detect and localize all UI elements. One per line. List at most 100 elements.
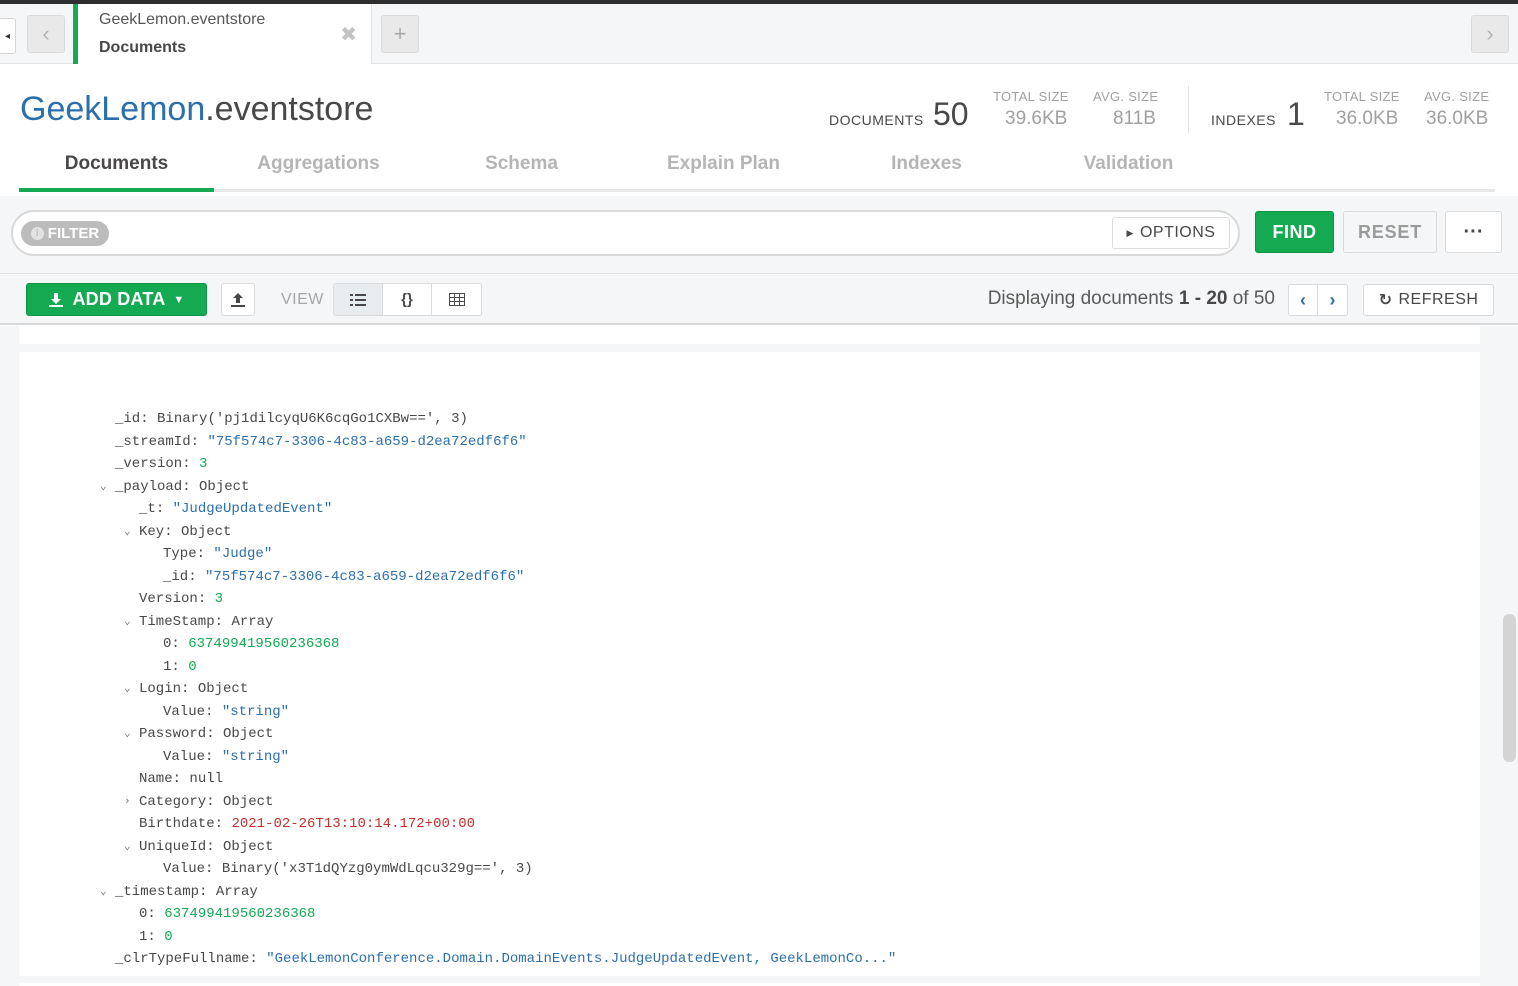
refresh-label: REFRESH (1398, 291, 1479, 308)
forward-button[interactable]: › (1471, 15, 1509, 53)
field-colon: : (249, 951, 267, 967)
idx-avg-size-label: AVG. SIZE (1424, 89, 1490, 104)
tab-bar: ◂ ‹ GeekLemon.eventstore Documents ✖ + › (0, 4, 1518, 64)
reset-button[interactable]: RESET (1343, 211, 1437, 253)
idx-avg-size: 36.0KB (1426, 108, 1489, 129)
field-value: Binary('x3T1dQYzg0ymWdLqcu329g==', 3) (221, 861, 533, 877)
field-colon: : (155, 501, 173, 517)
pagination-prefix: Displaying documents (987, 288, 1179, 309)
tab-schema[interactable]: Schema (424, 144, 619, 190)
options-button[interactable]: ▶ OPTIONS (1112, 217, 1230, 249)
database-name-link[interactable]: GeekLemon (20, 90, 205, 128)
document-field[interactable]: ⌄ Key: Object (124, 523, 231, 541)
doc-avg-size-label: AVG. SIZE (1093, 89, 1159, 104)
document-field[interactable]: Birthdate: 2021-02-26T13:10:14.172+00:00 (139, 815, 475, 833)
document-field[interactable]: Value: "string" (163, 703, 289, 721)
document-field[interactable]: ⌄ TimeStamp: Array (124, 613, 273, 631)
field-key: _id (115, 411, 141, 427)
close-tab-icon[interactable]: ✖ (340, 22, 357, 47)
collapse-icon[interactable]: ⌄ (100, 478, 107, 496)
scrollbar-thumb[interactable] (1503, 614, 1516, 762)
next-page-button[interactable]: › (1318, 285, 1347, 315)
field-colon: : (147, 906, 165, 922)
upload-icon (231, 292, 245, 307)
field-value: Object (197, 681, 249, 697)
field-colon: : (164, 523, 182, 540)
tab-eventstore-documents[interactable]: GeekLemon.eventstore Documents ✖ (73, 4, 372, 64)
document-field[interactable]: ⌄ Password: Object (124, 725, 273, 743)
document-field[interactable]: _clrTypeFullname: "GeekLemonConference.D… (115, 950, 896, 968)
view-switcher: {} (333, 283, 482, 316)
collapse-icon[interactable]: ⌄ (124, 838, 131, 856)
idx-total-size-label: TOTAL SIZE (1324, 89, 1400, 104)
field-value: null (189, 771, 224, 787)
document-field[interactable]: 0: 637499419560236368 (139, 905, 315, 923)
collapse-icon[interactable]: ⌄ (124, 680, 131, 698)
document-field[interactable]: Value: "string" (163, 748, 289, 766)
collapse-icon[interactable]: ⌄ (100, 883, 107, 901)
plus-icon: + (393, 21, 407, 46)
tab-explain-plan[interactable]: Explain Plan (626, 144, 821, 190)
document-field[interactable]: 1: 0 (139, 928, 173, 946)
document-field[interactable]: ⌄ UniqueId: Object (124, 838, 273, 856)
field-key: Name (139, 771, 173, 787)
doc-avg-size: 811B (1113, 108, 1156, 129)
pagination-start: 1 (1178, 288, 1190, 309)
collapse-icon[interactable]: ⌄ (124, 523, 131, 541)
table-view-button[interactable] (432, 284, 481, 315)
document-field[interactable]: ⌄ _payload: Object (100, 478, 249, 496)
export-collection-button[interactable] (221, 283, 255, 316)
doc-total-size: 39.6KB (1005, 108, 1068, 129)
add-data-button[interactable]: ADD DATA ▼ (26, 283, 207, 316)
new-tab-button[interactable]: + (381, 15, 419, 53)
document-field[interactable]: _version: 3 (115, 455, 207, 473)
back-button[interactable]: ‹ (27, 15, 65, 53)
document-field[interactable]: ⌄ Login: Object (124, 680, 249, 698)
filter-input[interactable]: i FILTER ▶ OPTIONS (11, 210, 1240, 256)
document-field[interactable]: ⌄ _timestamp: Array (100, 883, 258, 901)
more-options-button[interactable]: ··· (1445, 211, 1502, 253)
refresh-icon: ↻ (1378, 292, 1393, 309)
document-field[interactable]: Type: "Judge" (163, 545, 272, 563)
json-view-button[interactable]: {} (383, 284, 432, 315)
field-value: 637499419560236368 (188, 636, 340, 652)
document-field[interactable]: _t: "JudgeUpdatedEvent" (139, 500, 332, 518)
tab-documents[interactable]: Documents (19, 144, 214, 192)
document-field[interactable]: › Category: Object (124, 793, 273, 811)
document-field[interactable]: _id: Binary('pj1dilcyqU6K6cqGo1CXBw==', … (115, 410, 468, 428)
document-field[interactable]: 1: 0 (163, 658, 197, 676)
documents-toolbar: ADD DATA ▼ VIEW {} Displaying documents … (0, 275, 1518, 325)
document-field[interactable]: _streamId: "75f574c7-3306-4c83-a659-d2ea… (115, 433, 527, 451)
field-value: "Judge" (213, 546, 273, 562)
sidebar-collapse-icon[interactable]: ◂ (0, 18, 16, 54)
idx-total-size: 36.0KB (1336, 108, 1399, 129)
find-button[interactable]: FIND (1255, 211, 1334, 253)
tab-aggregations[interactable]: Aggregations (221, 144, 416, 190)
document-field[interactable]: _id: "75f574c7-3306-4c83-a659-d2ea72edf6… (163, 568, 524, 586)
document-field[interactable]: 0: 637499419560236368 (163, 635, 339, 653)
field-key: Value (163, 748, 206, 765)
field-key: _streamId (115, 433, 191, 450)
field-value: 3 (199, 456, 208, 472)
field-key: Key (139, 523, 165, 540)
field-colon: : (196, 546, 214, 562)
field-key: _timestamp (115, 883, 200, 900)
field-key: TimeStamp (139, 613, 215, 630)
document-field[interactable]: Version: 3 (139, 590, 223, 608)
field-key: _payload (115, 478, 183, 495)
document-field[interactable]: Value: Binary('x3T1dQYzg0ymWdLqcu329g=='… (163, 860, 533, 878)
tab-indexes[interactable]: Indexes (829, 144, 1024, 190)
prev-page-button[interactable]: ‹ (1289, 285, 1318, 315)
document-card[interactable]: _id: Binary('pj1dilcyqU6K6cqGo1CXBw==', … (19, 352, 1480, 976)
collapse-icon[interactable]: ⌄ (124, 725, 131, 743)
table-icon (448, 293, 465, 306)
collapse-icon[interactable]: ⌄ (124, 613, 131, 631)
tab-validation[interactable]: Validation (1031, 144, 1226, 190)
document-field[interactable]: Name: null (139, 770, 223, 788)
field-colon: : (147, 928, 165, 945)
documents-label: DOCUMENTS (829, 112, 924, 128)
list-view-button[interactable] (334, 284, 383, 315)
field-value: 3 (214, 591, 224, 607)
refresh-button[interactable]: ↻ REFRESH (1363, 284, 1494, 316)
expand-icon[interactable]: › (124, 793, 131, 811)
